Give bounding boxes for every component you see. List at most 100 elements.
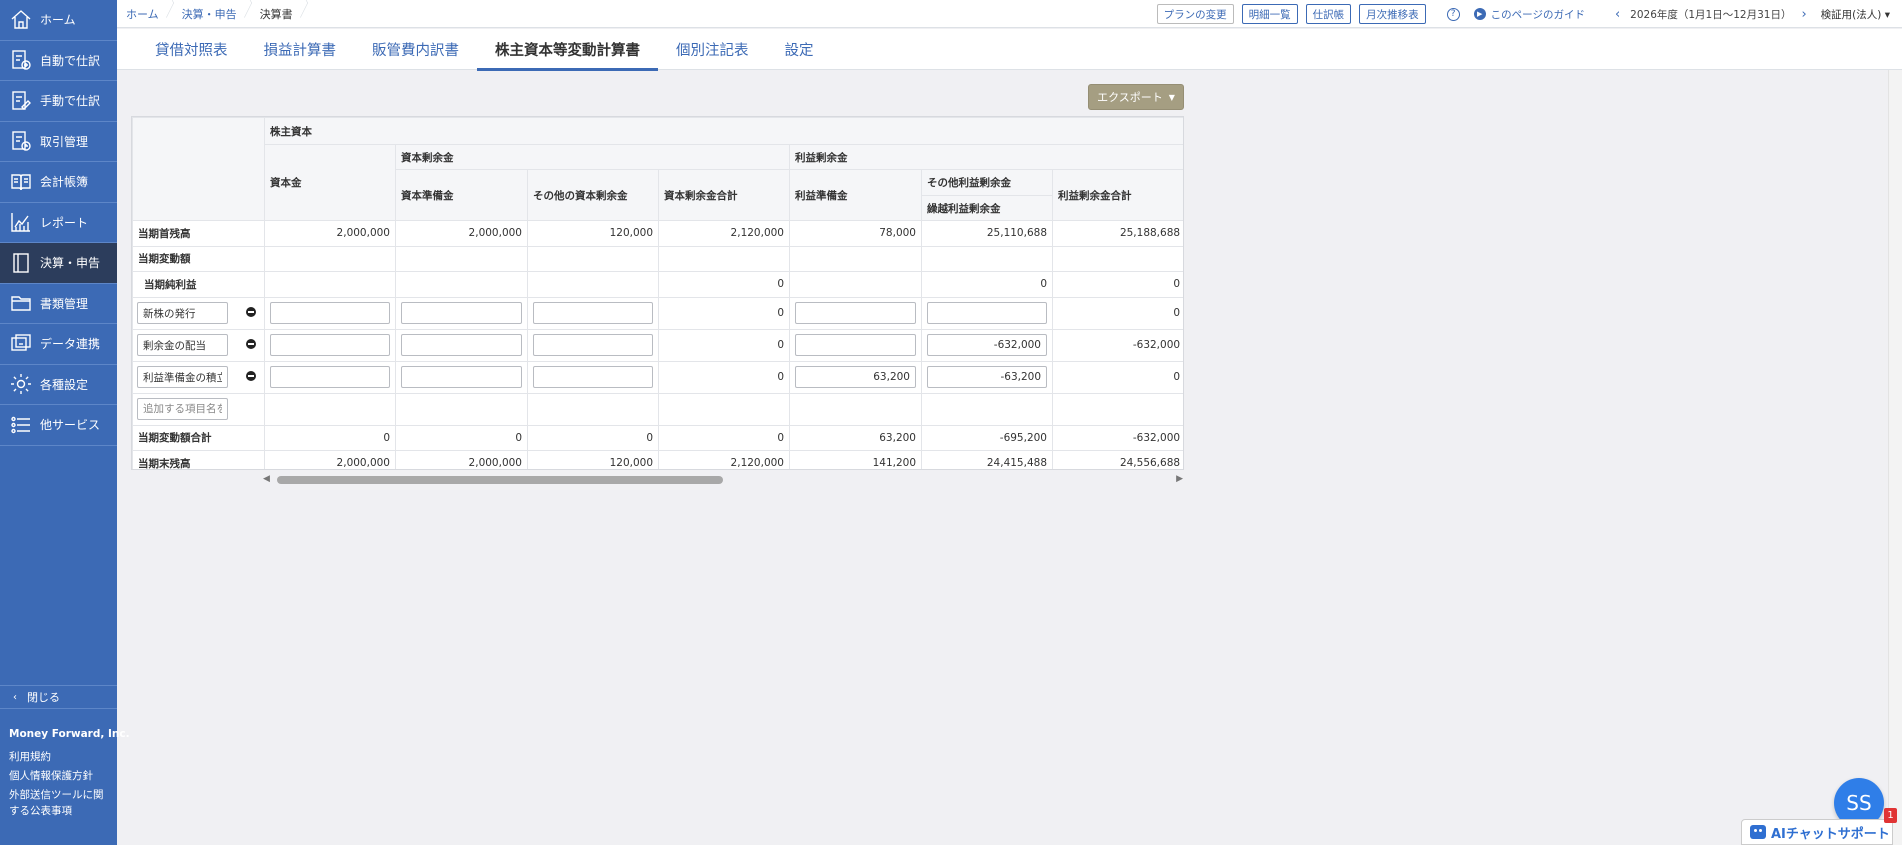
tab-3[interactable]: 株主資本等変動計算書	[477, 29, 658, 71]
sidebar-item-2[interactable]: 手動で仕訳	[0, 81, 117, 122]
ai-chat-support-button[interactable]: AIチャットサポート	[1741, 819, 1893, 845]
row-label: 当期首残高	[132, 220, 265, 247]
value-cell	[527, 271, 659, 298]
scroll-left-icon[interactable]: ◀	[263, 474, 270, 484]
sidebar-item-9[interactable]: 各種設定	[0, 365, 117, 405]
details-list-button[interactable]: 明細一覧	[1241, 4, 1298, 24]
value-cell: 63,200	[789, 424, 922, 451]
carried-forward-input[interactable]	[927, 366, 1047, 388]
caret-down-icon: ▼	[1168, 92, 1175, 102]
amount-input[interactable]	[401, 334, 522, 356]
notification-badge: 1	[1884, 808, 1897, 823]
sidebar-item-1[interactable]: 自動で仕訳	[0, 41, 117, 81]
sidebar-item-6[interactable]: 決算・申告	[0, 243, 117, 284]
prev-period-icon[interactable]: ‹	[1615, 7, 1620, 22]
legal-reserve-input[interactable]	[795, 334, 916, 356]
sidebar-item-label: 自動で仕訳	[40, 53, 101, 68]
sidebar-item-3[interactable]: 取引管理	[0, 122, 117, 162]
breadcrumb-settlement[interactable]: 決算・申告	[173, 0, 251, 28]
journal-button[interactable]: 仕訳帳	[1305, 4, 1352, 24]
entity-selector[interactable]: 検証用(法人) ▾	[1821, 7, 1890, 22]
add-item-input[interactable]	[137, 398, 228, 420]
value-cell: 0	[264, 424, 396, 451]
privacy-link[interactable]: 個人情報保護方針	[9, 768, 113, 784]
corner-header	[132, 117, 265, 221]
sidebar-item-8[interactable]: データ連携	[0, 324, 117, 365]
tab-0[interactable]: 貸借対照表	[137, 29, 246, 70]
value-cell: 25,110,688	[921, 220, 1053, 247]
page-scrollbar[interactable]	[1888, 70, 1902, 845]
amount-input[interactable]	[270, 334, 390, 356]
sidebar-item-7[interactable]: 書類管理	[0, 284, 117, 324]
empty-cell	[921, 245, 1053, 272]
row-change-item: 00	[132, 360, 1183, 394]
input-cell	[527, 360, 659, 394]
amount-input[interactable]	[270, 366, 390, 388]
breadcrumb-home[interactable]: ホーム	[117, 0, 173, 28]
empty-cell	[264, 245, 396, 272]
report-icon	[9, 210, 33, 234]
carried-forward-input[interactable]	[927, 334, 1047, 356]
input-cell	[264, 296, 396, 330]
legal-reserve-input[interactable]	[795, 366, 916, 388]
row-net-income: 当期純利益 0 0 0	[132, 271, 1183, 298]
tab-4[interactable]: 個別注記表	[658, 29, 767, 70]
next-period-icon[interactable]: ›	[1801, 7, 1806, 22]
empty-cell	[527, 245, 659, 272]
sidebar-item-label: レポート	[40, 215, 89, 230]
input-cell	[789, 360, 922, 394]
remove-row-icon[interactable]	[246, 338, 256, 349]
sidebar-item-label: 各種設定	[40, 377, 89, 392]
header-capital: 資本金	[264, 144, 396, 221]
value-cell: 0	[527, 424, 659, 451]
item-name-input[interactable]	[137, 334, 228, 356]
header-retained-total: 利益剰余金合計	[1051, 169, 1183, 221]
plan-change-button[interactable]: プランの変更	[1156, 4, 1234, 24]
sidebar-item-5[interactable]: レポート	[0, 203, 117, 243]
sidebar-item-10[interactable]: 他サービス	[0, 405, 117, 446]
legal-reserve-input[interactable]	[795, 302, 916, 324]
sidebar-item-label: データ連携	[40, 337, 101, 352]
value-cell: 2,000,000	[395, 220, 528, 247]
value-cell: 0	[658, 424, 790, 451]
empty-cell	[789, 245, 922, 272]
sidebar-close-button[interactable]: ‹ 閉じる	[0, 685, 117, 709]
empty-cell	[658, 245, 790, 272]
carried-forward-input[interactable]	[927, 302, 1047, 324]
tab-1[interactable]: 損益計算書	[246, 29, 355, 70]
transaction-icon	[9, 129, 33, 153]
monthly-trend-button[interactable]: 月次推移表	[1359, 4, 1426, 24]
input-cell	[395, 328, 528, 362]
tab-2[interactable]: 販管費内訳書	[354, 29, 477, 70]
amount-input[interactable]	[401, 302, 522, 324]
terms-link[interactable]: 利用規約	[9, 749, 113, 765]
scroll-thumb[interactable]	[277, 476, 723, 484]
amount-input[interactable]	[270, 302, 390, 324]
page-guide-link[interactable]: ▶ このページのガイド	[1473, 7, 1585, 22]
amount-input[interactable]	[533, 366, 653, 388]
row-label-cell	[132, 392, 265, 426]
input-cell	[264, 328, 396, 362]
sidebar-item-0[interactable]: ホーム	[0, 0, 117, 41]
help-icon[interactable]: ?	[1446, 7, 1460, 21]
amount-input[interactable]	[533, 302, 653, 324]
value-cell: 141,200	[789, 450, 922, 469]
scroll-track[interactable]	[277, 476, 1169, 484]
amount-input[interactable]	[533, 334, 653, 356]
value-cell	[395, 271, 528, 298]
amount-input[interactable]	[401, 366, 522, 388]
period-selector: ‹ 2026年度（1月1日〜12月31日） ›	[1605, 7, 1817, 22]
input-cell	[527, 296, 659, 330]
item-name-input[interactable]	[137, 366, 228, 388]
horizontal-scrollbar[interactable]: ◀ ▶	[263, 473, 1183, 486]
list-icon	[9, 413, 33, 437]
external-tools-link[interactable]: 外部送信ツールに関する公表事項	[9, 787, 113, 819]
row-change-total: 当期変動額合計 0 0 0 0 63,200 -695,200 -632,000	[132, 424, 1183, 451]
item-name-input[interactable]	[137, 302, 228, 324]
remove-row-icon[interactable]	[246, 370, 256, 381]
sidebar-item-4[interactable]: 会計帳簿	[0, 162, 117, 203]
tab-5[interactable]: 設定	[767, 29, 832, 70]
scroll-right-icon[interactable]: ▶	[1176, 474, 1183, 484]
export-button[interactable]: エクスポート ▼	[1088, 84, 1184, 110]
remove-row-icon[interactable]	[246, 306, 256, 317]
